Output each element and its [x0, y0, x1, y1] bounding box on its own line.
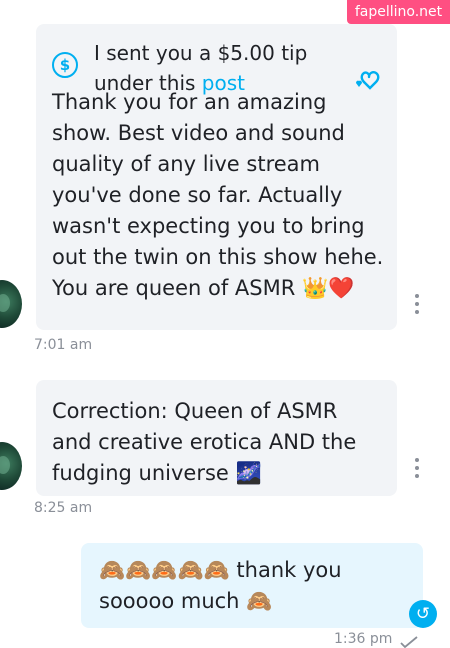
message-line: you've done so far. Actually — [52, 183, 343, 207]
message-timestamp: 1:36 pm — [334, 631, 393, 647]
tip-text: I sent you a $5.00 tip — [94, 41, 308, 65]
message-line: show. Best video and sound — [52, 121, 345, 145]
galaxy-emoji: 🌌 — [235, 461, 262, 485]
message-line: Thank you for an amazing — [52, 90, 327, 114]
message-line: You are queen of ASMR — [52, 276, 296, 300]
reply-text: sooooo much — [99, 589, 247, 613]
more-options-icon[interactable] — [414, 458, 420, 478]
undo-icon[interactable]: ↺ — [409, 600, 437, 628]
outgoing-message-bubble[interactable]: 🙈🙈🙈🙈🙈 thank you sooooo much 🙈 — [81, 543, 423, 628]
sender-avatar[interactable] — [0, 442, 22, 490]
message-timestamp: 8:25 am — [34, 500, 93, 516]
reply-line: 🙈🙈🙈🙈🙈 thank you — [99, 555, 342, 586]
reply-text: thank you — [229, 558, 342, 582]
message-line: out the twin on this show hehe. — [52, 245, 384, 269]
dollar-circle-icon: $ — [52, 52, 78, 78]
message-text: Correction: Queen of ASMR and creative e… — [52, 396, 356, 489]
more-options-icon[interactable] — [414, 294, 420, 314]
message-line-last: fudging universe 🌌 — [52, 458, 356, 489]
message-line: wasn't expecting you to bring — [52, 214, 365, 238]
crown-heart-emoji: 👑❤️ — [301, 276, 355, 300]
message-line: quality of any live stream — [52, 152, 320, 176]
check-icon — [400, 636, 418, 648]
monkey-emojis: 🙈🙈🙈🙈🙈 — [99, 558, 230, 582]
message-timestamp: 7:01 am — [34, 337, 93, 353]
message-line: and creative erotica AND the — [52, 430, 357, 454]
message-text: Thank you for an amazing show. Best vide… — [52, 87, 383, 304]
monkey-emoji: 🙈 — [246, 589, 273, 613]
sender-avatar[interactable] — [0, 280, 22, 328]
message-line-last: You are queen of ASMR 👑❤️ — [52, 273, 383, 304]
reply-line: sooooo much 🙈 — [99, 586, 272, 617]
message-line: fudging universe — [52, 461, 229, 485]
message-line: Correction: Queen of ASMR — [52, 399, 338, 423]
watermark-badge: fapellino.net — [347, 0, 450, 24]
